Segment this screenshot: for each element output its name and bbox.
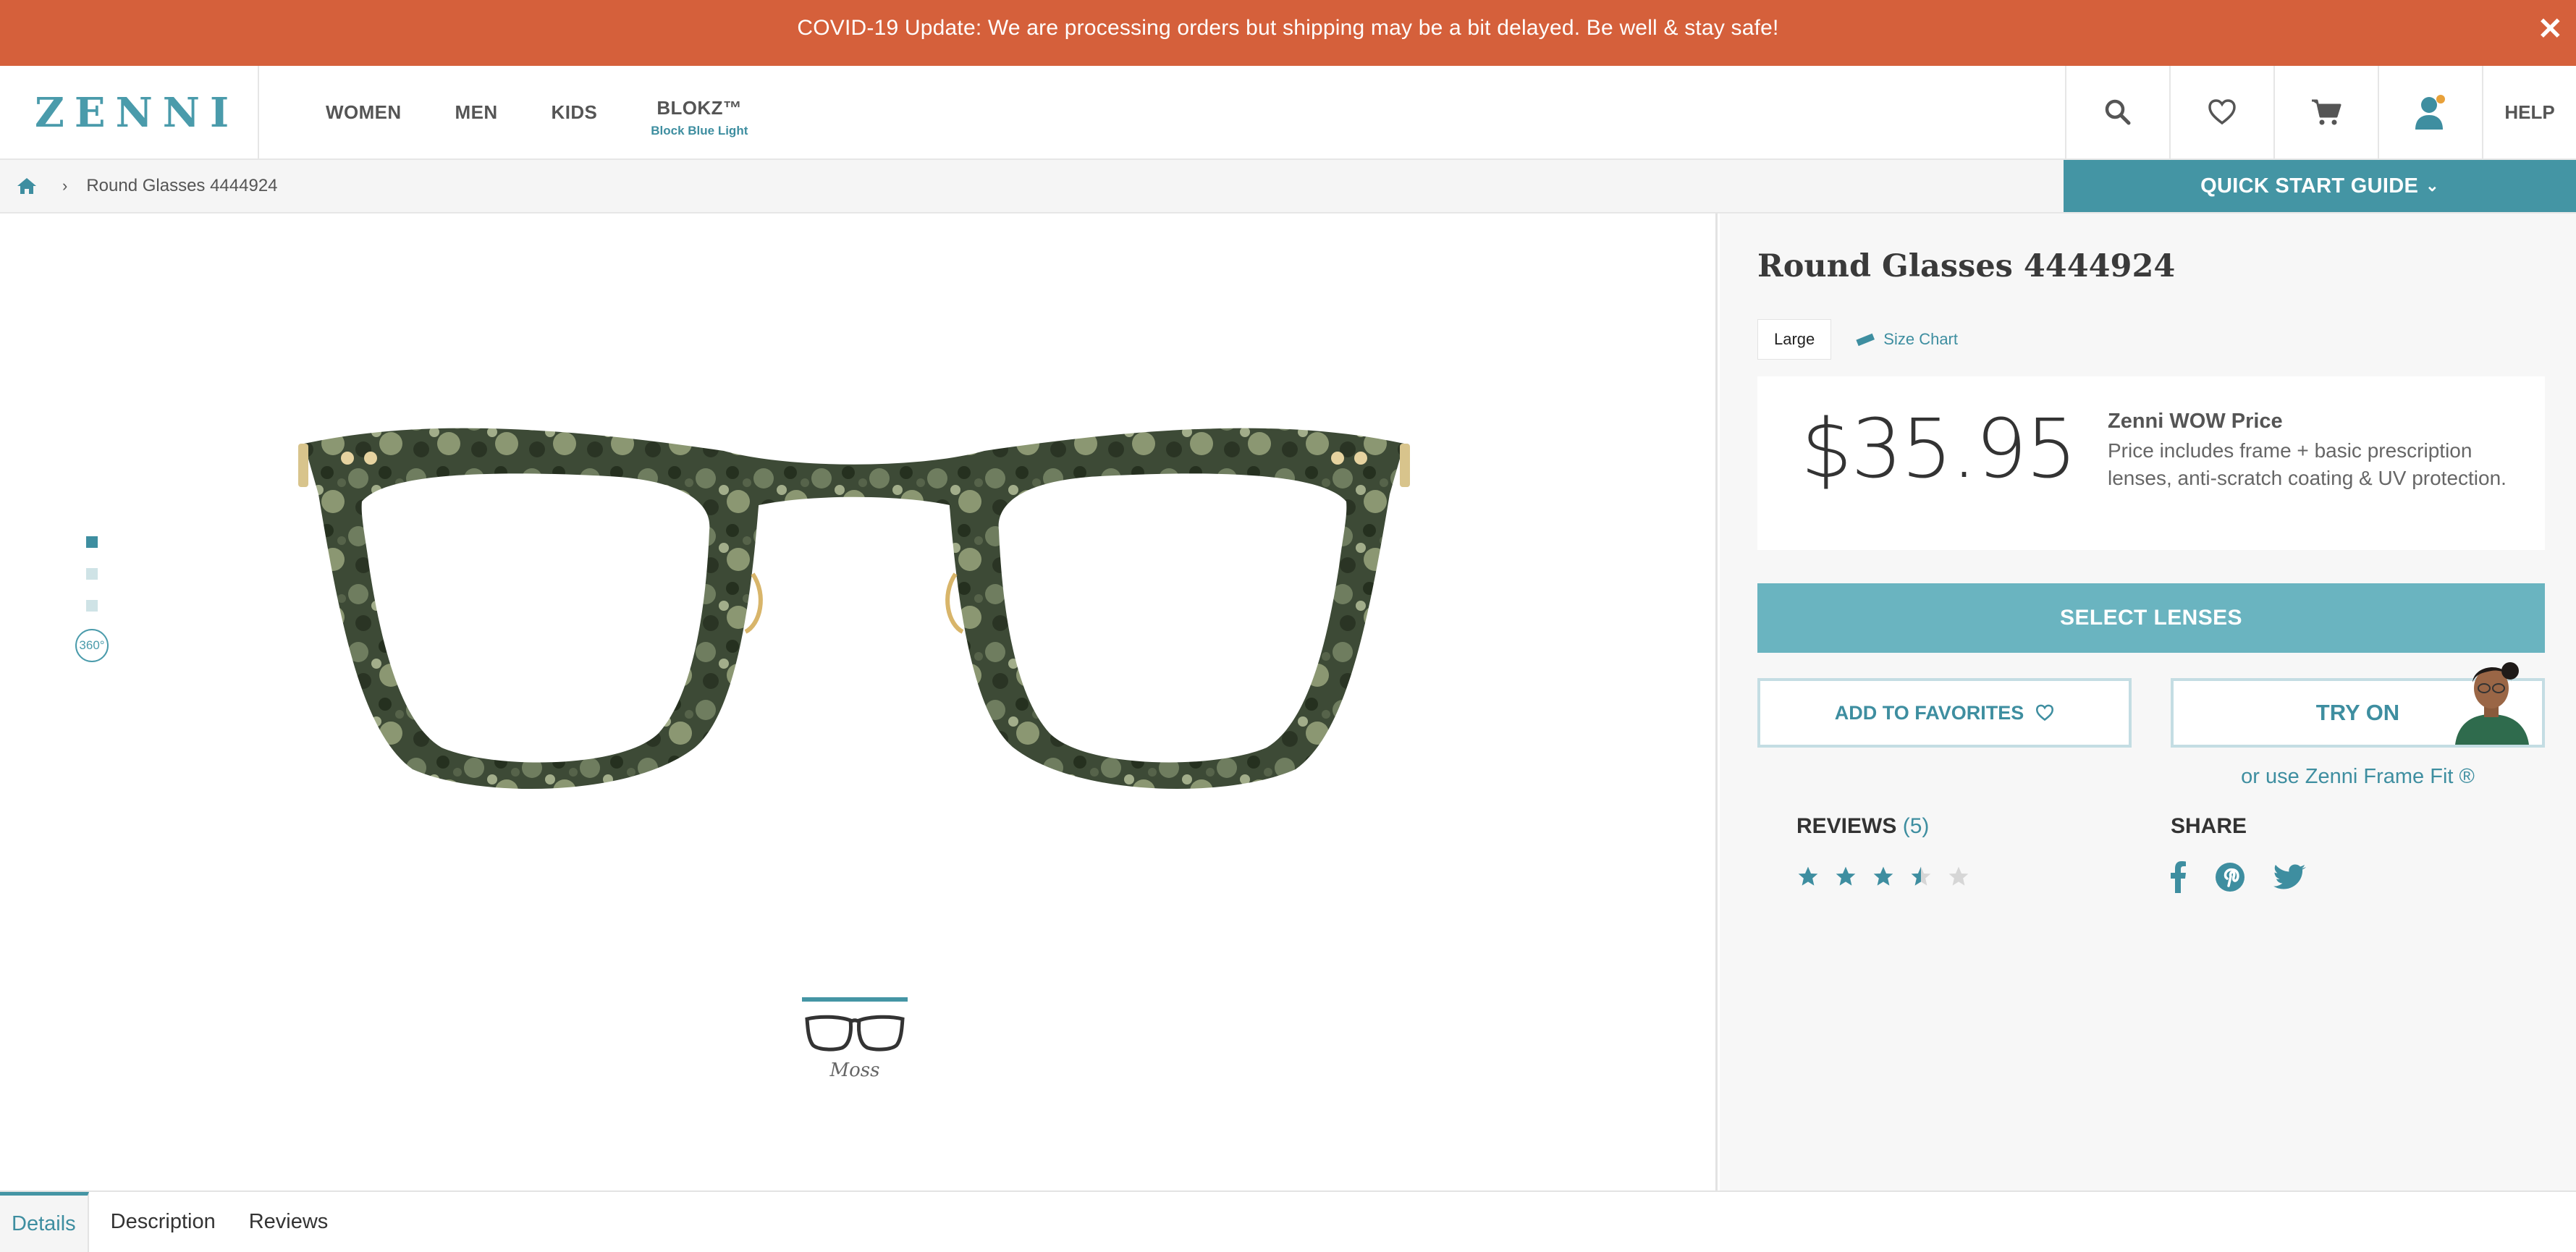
nav-women[interactable]: WOMEN [326, 101, 402, 124]
zenni-logo: ZENNI [35, 89, 240, 137]
breadcrumb-bar: › Round Glasses 4444924 QUICK START GUID… [0, 160, 2576, 213]
chevron-right-icon: › [62, 177, 68, 195]
view-360-button[interactable]: 360° [75, 629, 109, 662]
main-nav: WOMEN MEN KIDS BLOKZ™ Block Blue Light [326, 66, 748, 158]
product-title: Round Glasses 4444924 [1757, 248, 2176, 284]
product-price: $35.95 [1801, 402, 2077, 496]
reviews-count: (5) [1902, 814, 1930, 838]
nav-blokz[interactable]: BLOKZ™ Block Blue Light [651, 97, 748, 138]
size-chart-label: Size Chart [1883, 330, 1958, 348]
tab-description[interactable]: Description [99, 1192, 227, 1252]
nav-blokz-sub: Block Blue Light [651, 123, 748, 138]
cart-button[interactable] [2273, 66, 2378, 158]
frame-fit-link[interactable]: or use Zenni Frame Fit ® [2171, 765, 2545, 789]
select-lenses-button[interactable]: SELECT LENSES [1757, 583, 2545, 653]
size-chart-link[interactable]: Size Chart [1856, 330, 1958, 349]
cart-icon [2312, 99, 2341, 125]
facebook-icon[interactable] [2171, 861, 2187, 893]
share-icons [2171, 861, 2334, 893]
star-empty-icon[interactable] [1947, 865, 1970, 888]
account-button[interactable] [2378, 66, 2482, 158]
covid-banner: COVID-19 Update: We are processing order… [0, 0, 2576, 66]
price-box: $35.95 Zenni WOW Price Price includes fr… [1757, 376, 2545, 550]
twitter-icon[interactable] [2273, 863, 2307, 891]
tab-reviews[interactable]: Reviews [237, 1192, 340, 1252]
gallery-dot-2[interactable] [86, 568, 98, 580]
nav-men[interactable]: MEN [455, 101, 498, 124]
star-half-icon[interactable] [1909, 865, 1933, 888]
account-icon [2415, 95, 2445, 130]
size-selector: Large Size Chart [1757, 319, 1958, 360]
reviews-label: REVIEWS [1796, 814, 1897, 838]
breadcrumb-current: Round Glasses 4444924 [86, 176, 278, 195]
home-icon[interactable] [16, 177, 38, 195]
product-image [298, 428, 1410, 790]
ruler-icon [1856, 333, 1875, 347]
product-gallery: 360° Moss [0, 213, 1718, 1192]
swatch-label: Moss [829, 1059, 880, 1081]
chevron-down-icon: ⌄ [2425, 177, 2439, 195]
share-heading: SHARE [2171, 814, 2247, 838]
size-large-button[interactable]: Large [1757, 319, 1832, 360]
heart-icon [2036, 704, 2054, 722]
star-icon[interactable] [1796, 865, 1820, 888]
pinterest-icon[interactable] [2214, 861, 2246, 893]
add-to-favorites-button[interactable]: ADD TO FAVORITES [1757, 678, 2132, 748]
gallery-dot-3[interactable] [86, 600, 98, 612]
header-actions: HELP [2065, 66, 2576, 158]
swatch-active-indicator [802, 997, 908, 1002]
wow-price-description: Price includes frame + basic prescriptio… [2108, 439, 2507, 489]
search-button[interactable] [2065, 66, 2169, 158]
help-link[interactable]: HELP [2482, 66, 2576, 158]
close-banner-button[interactable]: ✕ [2538, 12, 2563, 46]
quick-start-label: QUICK START GUIDE [2200, 174, 2419, 198]
rating-stars [1796, 865, 1985, 888]
wow-price-title: Zenni WOW Price [2108, 410, 2283, 433]
breadcrumb: › Round Glasses 4444924 [16, 160, 278, 212]
gallery-thumbnails: 360° [75, 536, 109, 662]
reviews-heading[interactable]: REVIEWS (5) [1796, 814, 1929, 839]
product-tabs: Details Description Reviews [0, 1190, 2576, 1252]
try-on-label: TRY ON [2315, 700, 2400, 725]
gallery-dot-1[interactable] [86, 536, 98, 548]
favorites-button[interactable] [2169, 66, 2273, 158]
swatch-thumbnail [805, 1015, 905, 1052]
nav-kids[interactable]: KIDS [552, 101, 598, 124]
logo-link[interactable]: ZENNI [0, 66, 259, 158]
search-icon [2105, 99, 2131, 125]
banner-text: COVID-19 Update: We are processing order… [797, 16, 1779, 40]
site-header: ZENNI WOMEN MEN KIDS BLOKZ™ Block Blue L… [0, 66, 2576, 160]
try-on-model-avatar [2455, 662, 2529, 745]
heart-icon [2208, 99, 2236, 125]
star-icon[interactable] [1872, 865, 1895, 888]
tab-details[interactable]: Details [0, 1192, 89, 1252]
try-on-button[interactable]: TRY ON [2171, 662, 2545, 748]
product-info-panel: Round Glasses 4444924 Large Size Chart $… [1720, 213, 2576, 1192]
nav-blokz-label: BLOKZ™ [656, 96, 743, 119]
star-icon[interactable] [1834, 865, 1857, 888]
color-swatch-moss[interactable]: Moss [802, 997, 908, 1081]
add-to-favorites-label: ADD TO FAVORITES [1834, 701, 2024, 724]
quick-start-guide-button[interactable]: QUICK START GUIDE ⌄ [2064, 160, 2576, 212]
